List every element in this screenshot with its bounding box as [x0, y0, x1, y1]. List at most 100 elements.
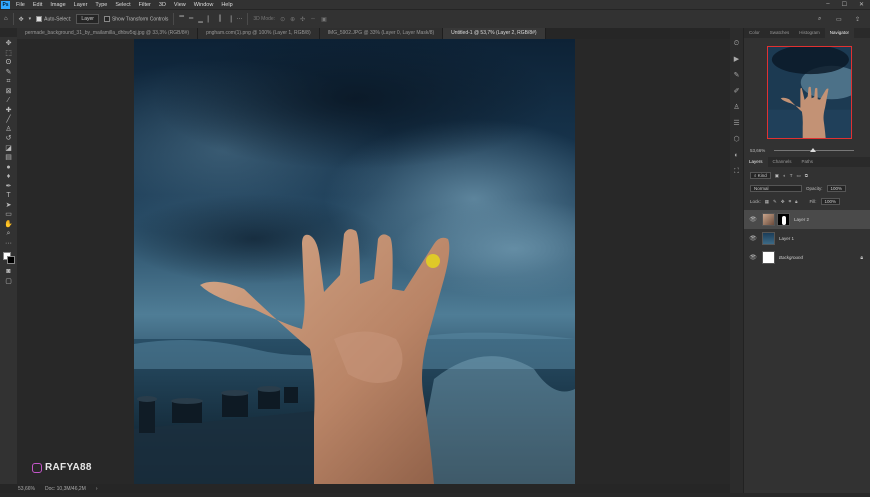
move-tool-icon[interactable]: ✥	[3, 39, 15, 48]
history-brush-tool-icon[interactable]: ↺	[3, 134, 15, 143]
clone-stamp-tool-icon[interactable]: ♙	[3, 125, 15, 134]
kind-filter-dropdown[interactable]: ⌕ Kind	[750, 172, 771, 179]
menu-window[interactable]: Window	[190, 2, 218, 8]
zoom-level[interactable]: 53,66%	[18, 486, 35, 492]
align-left-icon[interactable]: ▏	[208, 16, 213, 23]
share-icon[interactable]: ⇪	[855, 16, 860, 23]
minimize-button[interactable]: –	[826, 1, 829, 8]
menu-edit[interactable]: Edit	[29, 2, 46, 8]
lock-artboard-icon[interactable]: ⌗	[789, 199, 792, 204]
layer-row-layer-2[interactable]: 👁︎ Layer 2	[744, 210, 870, 229]
eyedropper-tool-icon[interactable]: ⁄	[3, 96, 15, 105]
tab-paths[interactable]: Paths	[797, 157, 819, 167]
tab-color[interactable]: Color	[744, 28, 765, 38]
maximize-button[interactable]: ☐	[842, 1, 847, 8]
layer-row-background[interactable]: 👁︎ Background 🔒︎	[744, 248, 870, 267]
document-tab[interactable]: pngham.com(1).png @ 100% (Layer 1, RGB/8…	[198, 28, 320, 39]
menu-select[interactable]: Select	[111, 2, 134, 8]
auto-select-target-dropdown[interactable]: Layer	[76, 14, 99, 24]
layer-mask-thumbnail[interactable]	[777, 213, 790, 226]
chevron-right-icon[interactable]: ›	[96, 486, 98, 492]
quick-mask-icon[interactable]: ◙	[3, 267, 15, 276]
menu-view[interactable]: View	[170, 2, 190, 8]
path-select-tool-icon[interactable]: ➤	[3, 201, 15, 210]
close-button[interactable]: ✕	[859, 1, 864, 8]
actions-icon[interactable]: ▶	[734, 52, 739, 68]
align-bottom-icon[interactable]: ▁	[198, 16, 203, 23]
opacity-field[interactable]: 100%	[826, 185, 847, 192]
document-tab-active[interactable]: Untitled-1 @ 53,7% (Layer 2, RGB/8#)	[443, 28, 546, 39]
chevron-down-icon[interactable]: ▾	[29, 16, 32, 22]
healing-brush-tool-icon[interactable]: ✚	[3, 106, 15, 115]
menu-3d[interactable]: 3D	[155, 2, 170, 8]
document-canvas[interactable]	[134, 39, 575, 484]
canvas-area[interactable]: RAFYA88	[17, 39, 740, 484]
blend-mode-dropdown[interactable]: Normal	[750, 185, 802, 192]
menu-help[interactable]: Help	[217, 2, 236, 8]
tab-histogram[interactable]: Histogram	[794, 28, 825, 38]
lock-position-icon[interactable]: ✥	[781, 199, 785, 205]
navigator-preview[interactable]	[767, 46, 852, 139]
more-options-icon[interactable]: ···	[236, 16, 242, 22]
eye-icon[interactable]: 👁︎	[749, 254, 757, 261]
menu-file[interactable]: File	[12, 2, 29, 8]
lock-pixels-icon[interactable]: ▦	[765, 199, 769, 205]
home-icon[interactable]: ⌂	[4, 16, 8, 22]
background-color-swatch[interactable]	[6, 256, 15, 264]
auto-select-checkbox[interactable]: Auto-Select:	[36, 15, 71, 22]
clone-source-icon[interactable]: ♙	[733, 100, 739, 116]
tab-swatches[interactable]: Swatches	[765, 28, 795, 38]
filter-pixel-icon[interactable]: ▣	[775, 173, 779, 179]
move-tool-icon[interactable]: ✥	[19, 16, 24, 23]
navigator-zoom-value[interactable]: 53,66%	[750, 148, 765, 153]
frame-tool-icon[interactable]: ⊠	[3, 87, 15, 96]
menu-filter[interactable]: Filter	[135, 2, 155, 8]
menu-type[interactable]: Type	[91, 2, 111, 8]
pan-3d-icon[interactable]: ✣	[300, 16, 305, 23]
dodge-tool-icon[interactable]: ♦	[3, 172, 15, 181]
brush-tool-icon[interactable]: ╱	[3, 115, 15, 124]
styles-icon[interactable]: ⛶	[734, 164, 739, 180]
zoom-tool-icon[interactable]: ⌕	[3, 229, 15, 238]
fill-field[interactable]: 100%	[820, 198, 841, 205]
hand-tool-icon[interactable]: ✋	[3, 220, 15, 229]
history-icon[interactable]: ⏲	[734, 36, 739, 52]
adjustments-icon[interactable]: ◐	[734, 148, 738, 164]
properties-icon[interactable]: ☰	[733, 116, 739, 132]
type-tool-icon[interactable]: T	[3, 191, 15, 200]
filter-type-icon[interactable]: T	[790, 173, 793, 178]
eraser-tool-icon[interactable]: ◪	[3, 144, 15, 153]
blur-tool-icon[interactable]: ●	[3, 163, 15, 172]
crop-tool-icon[interactable]: ⌗	[3, 77, 15, 86]
quick-select-tool-icon[interactable]: ✎	[3, 68, 15, 77]
document-tab[interactable]: permade_background_31_by_mailamilla_dhbw…	[17, 28, 199, 39]
pen-tool-icon[interactable]: ✒	[3, 182, 15, 191]
eye-icon[interactable]: 👁︎	[749, 216, 757, 223]
lasso-tool-icon[interactable]: ʘ	[3, 58, 15, 67]
eye-icon[interactable]: 👁︎	[749, 235, 757, 242]
align-center-icon[interactable]: ║	[218, 16, 222, 22]
tab-layers[interactable]: Layers	[744, 157, 768, 167]
rotate-3d-icon[interactable]: ⊕	[290, 16, 295, 23]
menu-image[interactable]: Image	[46, 2, 69, 8]
slider-handle[interactable]	[810, 148, 816, 152]
gradient-tool-icon[interactable]: ▤	[3, 153, 15, 162]
align-right-icon[interactable]: ▕	[227, 16, 232, 23]
cube-icon[interactable]: ⬡	[733, 132, 739, 148]
filter-shape-icon[interactable]: ▭	[797, 173, 801, 179]
slide-3d-icon[interactable]: ⇔	[310, 16, 316, 22]
marquee-tool-icon[interactable]: ⬚	[3, 49, 15, 58]
screen-mode-icon[interactable]: ▢	[3, 277, 15, 286]
brushes-icon[interactable]: ✐	[734, 84, 740, 100]
orbit-3d-icon[interactable]: ⊙	[280, 16, 285, 23]
tab-navigator[interactable]: Navigator	[824, 28, 855, 38]
workspace-icon[interactable]: ▭	[836, 16, 842, 23]
transform-controls-checkbox[interactable]: Show Transform Controls	[103, 15, 168, 22]
tab-channels[interactable]: Channels	[768, 157, 797, 167]
document-tab[interactable]: IMG_5902.JPG @ 33% (Layer 0, Layer Mask/…	[319, 28, 444, 39]
lock-paint-icon[interactable]: ✎	[773, 199, 777, 205]
lock-all-icon[interactable]: 🔒︎	[795, 199, 797, 204]
more-tools-icon[interactable]: ···	[3, 239, 15, 248]
navigator-zoom-slider[interactable]	[774, 148, 854, 152]
search-icon[interactable]: ⌕	[818, 16, 821, 23]
